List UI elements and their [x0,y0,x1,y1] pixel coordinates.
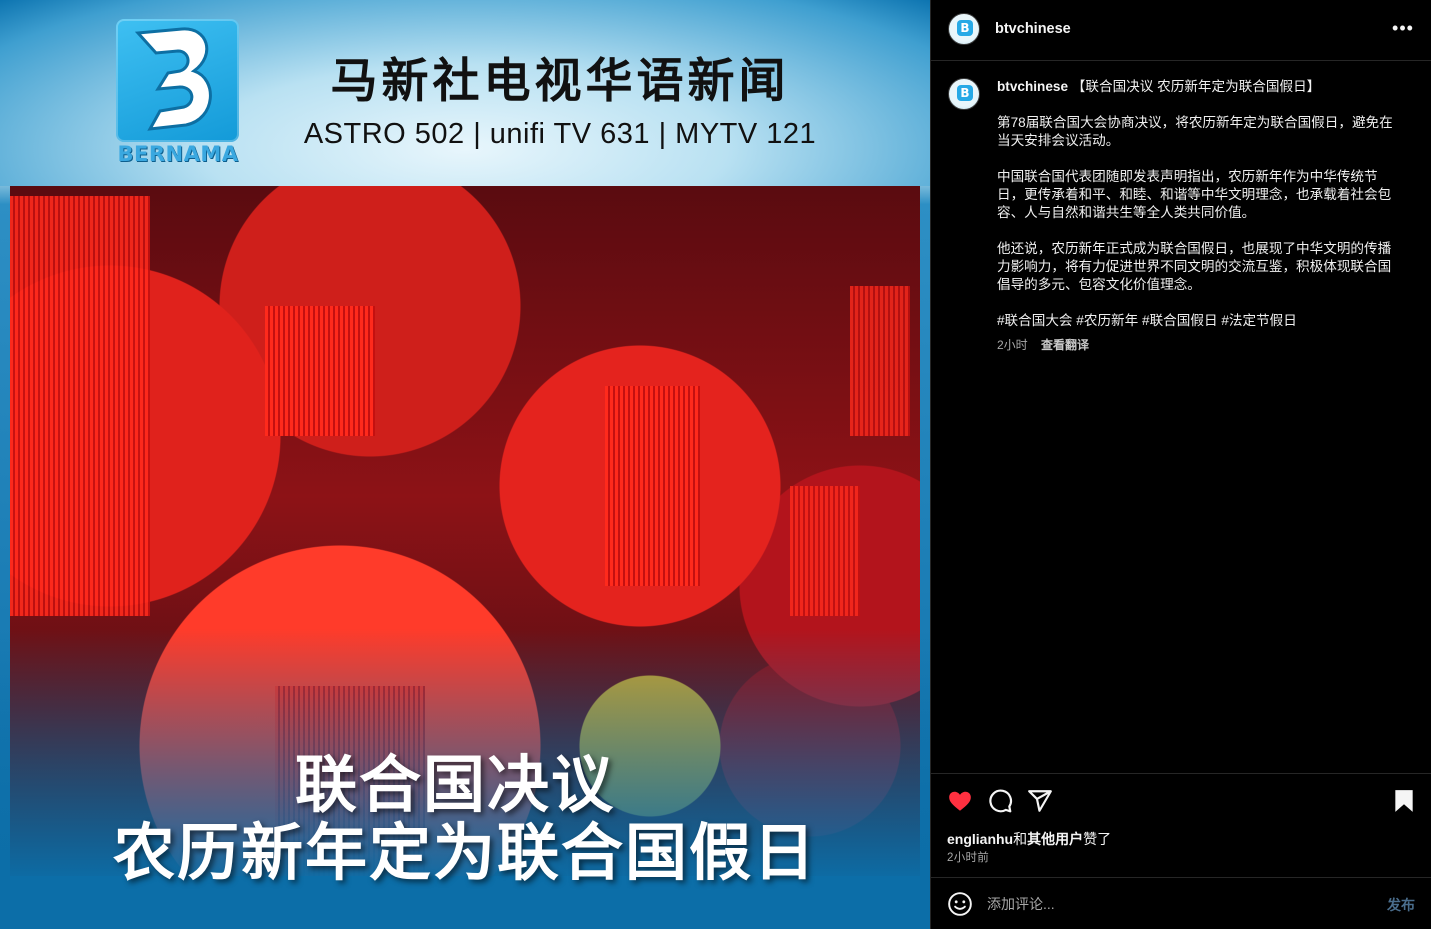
banner-channels: ASTRO 502 | unifi TV 631 | MYTV 121 [303,118,817,150]
lantern-tassel [850,286,910,436]
post-side-panel: B btvchinese ••• B btvchinese 【联合国决议 农历新… [930,0,1431,929]
caption-meta: 2小时 查看翻译 [997,336,1397,354]
caption-text: btvchinese 【联合国决议 农历新年定为联合国假日】 第78届联合国大会… [997,78,1397,354]
bernama-logo [116,19,239,142]
caption-paragraph: 第78届联合国大会协商决议，将农历新年定为联合国假日，避免在当天安排会议活动。 [997,115,1393,148]
liked-by-suffix: 赞了 [1083,831,1112,847]
lantern-tassel [10,196,150,616]
liked-by-others[interactable]: 其他用户 [1027,831,1083,847]
bernama-b-icon [134,27,212,131]
post-actions: englianhu和其他用户赞了 2小时前 [931,773,1431,877]
lantern-tassel [605,386,700,586]
btv-logo-icon: B [957,85,973,101]
caption-headline-row: btvchinese 【联合国决议 农历新年定为联合国假日】 [997,78,1397,96]
media-caption-line2: 农历新年定为联合国假日 [112,816,817,889]
caption-paragraph: 他还说，农历新年正式成为联合国假日，也展现了中华文明的传播力影响力，将有力促进世… [997,241,1392,292]
post-comment-button[interactable]: 发布 [1387,895,1415,915]
btv-logo-icon: B [957,20,973,36]
header-username[interactable]: btvchinese [995,21,1071,37]
avatar[interactable]: B [948,78,980,110]
post-caption: B btvchinese 【联合国决议 农历新年定为联合国假日】 第78届联合国… [931,61,1431,773]
lantern-tassel [265,306,375,436]
media-banner: BERNAMA 马新社电视华语新闻 ASTRO 502 | unifi TV 6… [0,0,930,186]
caption-hashtags[interactable]: #联合国大会 #农历新年 #联合国假日 #法定节假日 [997,312,1397,330]
caption-username[interactable]: btvchinese [997,79,1068,94]
see-translation-link[interactable]: 查看翻译 [1041,338,1089,352]
post-media[interactable]: BERNAMA 马新社电视华语新闻 ASTRO 502 | unifi TV 6… [0,0,930,929]
avatar[interactable]: B [948,13,980,45]
post-timestamp[interactable]: 2小时前 [947,849,989,865]
emoji-icon[interactable] [947,891,973,917]
caption-headline: 【联合国决议 农历新年定为联合国假日】 [1071,79,1321,94]
likes-summary: englianhu和其他用户赞了 [947,829,1111,849]
liked-by-joiner: 和 [1013,831,1028,847]
caption-time: 2小时 [997,338,1028,352]
liked-by-user[interactable]: englianhu [947,831,1013,847]
logo-wordmark: BERNAMA [117,142,239,166]
bookmark-icon[interactable] [1391,788,1417,814]
lantern-tassel [790,486,860,616]
banner-title: 马新社电视华语新闻 [330,54,790,109]
more-options-icon[interactable]: ••• [1391,16,1415,40]
caption-paragraph: 中国联合国代表团随即发表声明指出，农历新年作为中华传统节日，更传承着和平、和睦、… [997,169,1392,220]
post-header: B btvchinese ••• [931,0,1431,61]
comment-icon[interactable] [987,788,1013,814]
heart-icon[interactable] [947,788,973,814]
comment-input[interactable] [987,892,1367,916]
share-icon[interactable] [1027,788,1053,814]
comment-bar: 发布 [931,877,1431,929]
